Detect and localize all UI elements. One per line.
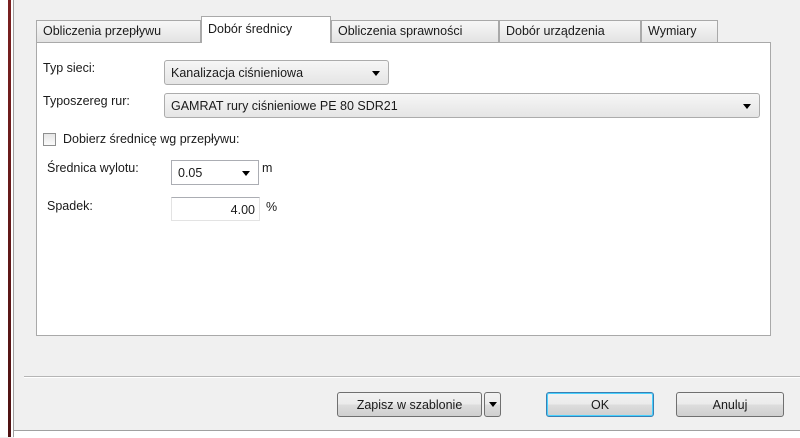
tab-panel-diameter-selection: Typ sieci: Kanalizacja ciśnieniowa Typos… bbox=[36, 42, 771, 336]
flow-diameter-checkbox[interactable] bbox=[43, 133, 56, 146]
tab-device-selection[interactable]: Dobór urządzenia bbox=[499, 20, 641, 42]
tab-dimensions[interactable]: Wymiary bbox=[641, 20, 718, 42]
tab-label: Dobór średnicy bbox=[208, 22, 293, 36]
chevron-down-icon bbox=[242, 171, 250, 176]
network-type-label: Typ sieci: bbox=[43, 61, 96, 75]
pipe-series-select[interactable]: GAMRAT rury ciśnieniowe PE 80 SDR21 bbox=[164, 93, 760, 118]
window-left-border bbox=[0, 0, 14, 437]
save-template-button[interactable]: Zapisz w szablonie bbox=[337, 392, 482, 417]
slope-value: 4.00 bbox=[230, 203, 255, 217]
slope-unit: % bbox=[266, 200, 278, 214]
tab-efficiency-calculations[interactable]: Obliczenia sprawności bbox=[331, 20, 499, 42]
tab-label: Obliczenia przepływu bbox=[43, 24, 162, 38]
chevron-down-icon bbox=[489, 402, 497, 407]
outlet-diameter-select[interactable]: 0.05 bbox=[171, 160, 259, 185]
network-type-select[interactable]: Kanalizacja ciśnieniowa bbox=[164, 60, 389, 85]
outlet-diameter-value: 0.05 bbox=[178, 166, 203, 180]
tab-label: Dobór urządzenia bbox=[506, 24, 605, 38]
pipe-series-value: GAMRAT rury ciśnieniowe PE 80 SDR21 bbox=[171, 99, 398, 113]
flow-diameter-checkbox-label: Dobierz średnicę wg przepływu: bbox=[63, 132, 240, 146]
pipe-series-label: Typoszereg rur: bbox=[43, 94, 130, 108]
ok-label: OK bbox=[590, 398, 610, 412]
tab-flow-calculations[interactable]: Obliczenia przepływu bbox=[36, 20, 201, 42]
tab-diameter-selection[interactable]: Dobór średnicy bbox=[201, 16, 331, 43]
tab-label: Obliczenia sprawności bbox=[338, 24, 463, 38]
chevron-down-icon bbox=[743, 104, 751, 109]
network-type-value: Kanalizacja ciśnieniowa bbox=[171, 66, 304, 80]
slope-input[interactable]: 4.00 bbox=[171, 197, 260, 221]
chevron-down-icon bbox=[372, 71, 380, 76]
tab-label: Wymiary bbox=[648, 24, 697, 38]
cancel-button[interactable]: Anuluj bbox=[676, 392, 784, 417]
cancel-label: Anuluj bbox=[712, 398, 748, 412]
save-template-label: Zapisz w szablonie bbox=[356, 398, 463, 412]
slope-label: Spadek: bbox=[47, 199, 93, 213]
footer-separator bbox=[24, 376, 800, 378]
ok-button[interactable]: OK bbox=[546, 392, 654, 417]
save-template-dropdown-button[interactable] bbox=[484, 392, 501, 417]
outlet-diameter-label: Średnica wylotu: bbox=[47, 161, 139, 175]
outlet-diameter-unit: m bbox=[262, 161, 273, 175]
